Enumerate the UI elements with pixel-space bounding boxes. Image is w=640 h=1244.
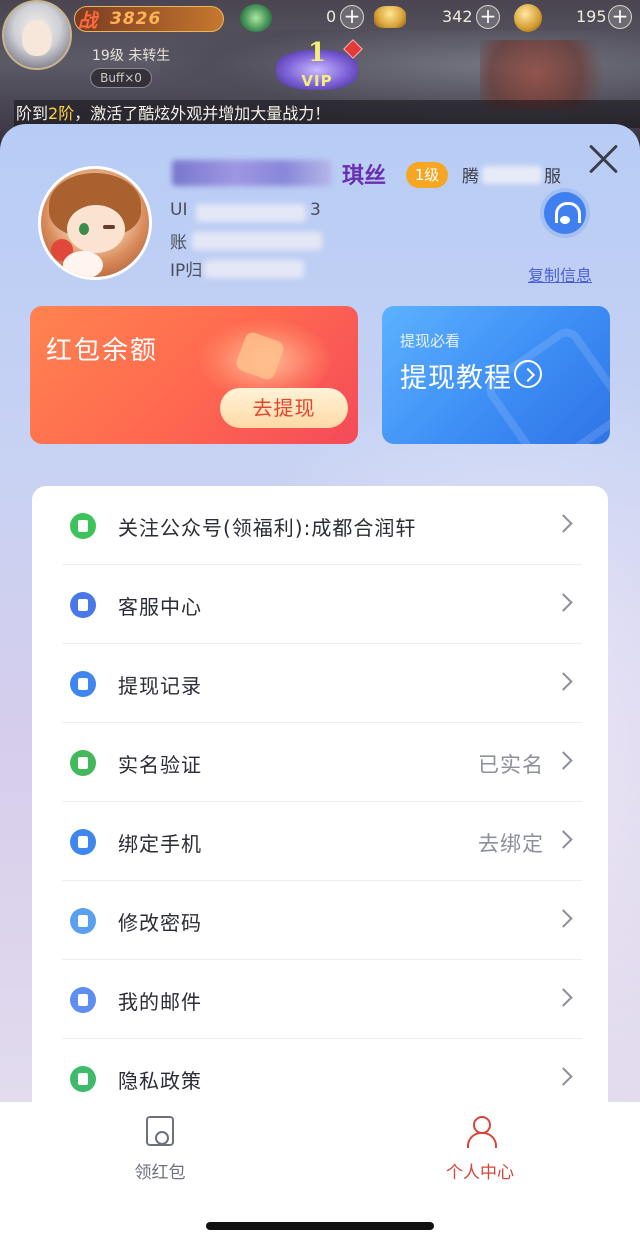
jade-add-button[interactable]: + — [340, 5, 364, 29]
server-redacted — [482, 166, 542, 184]
coin-add-button[interactable]: + — [608, 5, 632, 29]
account-redacted — [192, 232, 322, 250]
chevron-right-icon — [554, 909, 573, 928]
mail-icon — [70, 987, 96, 1013]
uid-suffix: 3 — [310, 200, 321, 220]
customer-service-icon[interactable] — [544, 192, 586, 234]
coin-count: 195 — [576, 7, 607, 26]
ingot-add-button[interactable]: + — [476, 5, 500, 29]
coin-icon — [514, 4, 542, 32]
menu-item-change-password[interactable]: 修改密码 — [62, 881, 582, 960]
tab-redpack[interactable]: 领红包 — [70, 1114, 250, 1184]
user-name: 琪丝 — [342, 164, 387, 189]
chevron-right-icon — [554, 593, 573, 612]
ingot-count: 342 — [442, 7, 473, 26]
ticker-prefix: 阶到 — [16, 104, 49, 123]
uid-label: UI — [170, 200, 188, 220]
user-level-badge: 1级 — [406, 162, 448, 188]
menu-item-label: 绑定手机 — [118, 832, 202, 856]
menu-item-label: 修改密码 — [118, 911, 202, 935]
tab-personal-center[interactable]: 个人中心 — [390, 1114, 570, 1184]
ingot-icon — [374, 6, 406, 28]
menu-item-label: 实名验证 — [118, 753, 202, 777]
personal-center-sheet: 琪丝 1级 腾 服 UI 3 账 IP归 复制信息 红包余额 去提现 提现必看 … — [0, 124, 640, 1244]
home-indicator — [206, 1222, 434, 1230]
menu-item-real-name[interactable]: 实名验证 已实名 — [62, 723, 582, 802]
username-redacted — [172, 160, 332, 186]
ticker-suffix: ，激活了酷炫外观并增加大量战力！ — [74, 104, 331, 123]
wechat-icon — [70, 513, 96, 539]
account-label: 账 — [170, 233, 187, 253]
combat-power-icon: 战 — [78, 10, 98, 32]
avatar-eye — [79, 223, 89, 235]
menu-item-customer-service[interactable]: 客服中心 — [62, 565, 582, 644]
server-suffix: 服 — [544, 167, 561, 187]
document-icon — [70, 671, 96, 697]
close-button[interactable] — [586, 140, 622, 176]
buff-badge[interactable]: Buff×0 — [90, 68, 152, 88]
ip-redacted — [204, 260, 304, 278]
real-name-status: 已实名 — [478, 753, 544, 777]
redpack-tab-icon — [146, 1116, 174, 1146]
menu-item-label: 隐私政策 — [118, 1069, 202, 1093]
avatar-wink — [103, 225, 115, 229]
jade-icon — [240, 4, 272, 32]
tab-redpack-label: 领红包 — [134, 1163, 186, 1183]
settings-menu: 关注公众号(领福利):成都合润轩 客服中心 提现记录 实名验证 已实名 绑定手机… — [32, 486, 608, 1126]
tab-personal-center-label: 个人中心 — [446, 1163, 514, 1183]
arrow-right-circle-icon — [514, 360, 542, 388]
tutorial-title: 提现教程 — [400, 363, 512, 394]
menu-item-label: 我的邮件 — [118, 990, 202, 1014]
jade-count: 0 — [326, 7, 337, 26]
vip-level: 1 — [307, 38, 327, 68]
chevron-right-icon — [554, 988, 573, 1007]
menu-item-label: 客服中心 — [118, 595, 202, 619]
server-prefix: 腾 — [462, 167, 479, 187]
copy-info-link[interactable]: 复制信息 — [528, 262, 592, 286]
verified-icon — [70, 750, 96, 776]
menu-item-my-mail[interactable]: 我的邮件 — [62, 960, 582, 1039]
edit-icon — [70, 908, 96, 934]
avatar-cat — [63, 251, 103, 277]
menu-item-bind-phone[interactable]: 绑定手机 去绑定 — [62, 802, 582, 881]
withdraw-tutorial-card[interactable]: 提现必看 提现教程 — [382, 306, 610, 444]
redpack-balance-card[interactable]: 红包余额 去提现 — [30, 306, 358, 444]
user-tab-icon — [466, 1116, 497, 1148]
chevron-right-icon — [554, 514, 573, 533]
hero-avatar[interactable] — [2, 0, 72, 70]
vip-label: VIP — [301, 72, 333, 90]
uid-redacted — [196, 204, 306, 222]
chevron-right-icon — [554, 751, 573, 770]
bind-phone-status: 去绑定 — [478, 832, 544, 856]
chevron-right-icon — [554, 1067, 573, 1086]
user-avatar — [38, 166, 152, 280]
phone-icon — [70, 829, 96, 855]
avatar-face — [67, 205, 125, 253]
combat-power-value: 3826 — [110, 9, 162, 29]
withdraw-button[interactable]: 去提现 — [220, 388, 348, 428]
tutorial-subtitle: 提现必看 — [400, 332, 461, 350]
chevron-right-icon — [554, 672, 573, 691]
privacy-icon — [70, 1066, 96, 1092]
ip-label: IP归 — [170, 261, 203, 281]
menu-item-label: 提现记录 — [118, 674, 202, 698]
menu-item-withdraw-records[interactable]: 提现记录 — [62, 644, 582, 723]
hero-level-text: 19级 未转生 — [92, 48, 171, 64]
menu-item-label: 关注公众号(领福利):成都合润轩 — [118, 516, 417, 540]
game-background: 战 3826 0 + 342 + 195 + 19级 未转生 Buff×0 1 … — [0, 0, 640, 140]
ticker-highlight: 2阶 — [48, 104, 75, 123]
headset-icon — [70, 592, 96, 618]
chevron-right-icon — [554, 830, 573, 849]
redpack-title: 红包余额 — [46, 336, 159, 366]
menu-item-follow-account[interactable]: 关注公众号(领福利):成都合润轩 — [62, 486, 582, 565]
